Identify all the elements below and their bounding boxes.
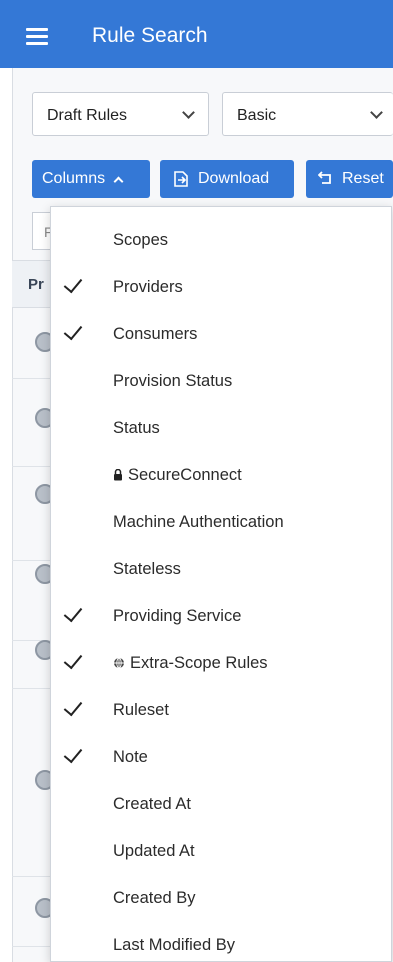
column-option-label: Note — [113, 748, 148, 766]
column-option-providing-service[interactable]: Providing Service — [51, 596, 391, 640]
column-option-label: Last Modified By — [113, 936, 235, 954]
column-option-providers[interactable]: Providers — [51, 267, 391, 311]
columns-dropdown-menu: Scopes Providers Consumers Provision Sta… — [50, 206, 392, 962]
column-option-label: Created By — [113, 889, 196, 907]
column-option-label: Ruleset — [113, 701, 169, 719]
column-option-label: Providing Service — [113, 607, 242, 625]
reset-button-label: Reset — [342, 170, 384, 187]
column-option-provision-status[interactable]: Provision Status — [51, 361, 391, 405]
search-mode-value: Basic — [237, 107, 277, 124]
rule-type-select[interactable]: Draft Rules — [32, 92, 209, 136]
checkmark-icon — [63, 649, 83, 670]
reset-button[interactable]: Reset — [306, 160, 393, 198]
chevron-up-icon — [113, 176, 124, 186]
column-option-ruleset[interactable]: Ruleset — [51, 690, 391, 734]
column-option-updated-at[interactable]: Updated At — [51, 831, 391, 875]
column-option-stateless[interactable]: Stateless — [51, 549, 391, 593]
lock-icon — [114, 469, 122, 481]
chevron-down-icon — [370, 106, 383, 119]
column-option-last-modified-by[interactable]: Last Modified By — [51, 925, 391, 962]
page-title: Rule Search — [92, 24, 208, 47]
rule-type-value: Draft Rules — [47, 107, 128, 124]
column-option-label: Consumers — [113, 325, 198, 343]
column-option-label: Providers — [113, 278, 183, 296]
undo-icon — [318, 171, 331, 184]
checkmark-icon — [63, 273, 83, 294]
column-option-note[interactable]: Note — [51, 737, 391, 781]
column-option-machine-authentication[interactable]: Machine Authentication — [51, 502, 391, 546]
column-option-scopes[interactable]: Scopes — [51, 220, 391, 264]
columns-button-label: Columns — [42, 170, 106, 187]
globe-icon — [114, 657, 124, 669]
column-option-label: SecureConnect — [128, 466, 242, 484]
column-option-created-by[interactable]: Created By — [51, 878, 391, 922]
checkmark-icon — [63, 743, 83, 764]
column-option-label: Created At — [113, 795, 191, 813]
column-option-extra-scope-rules[interactable]: Extra-Scope Rules — [51, 643, 391, 687]
column-option-secureconnect[interactable]: SecureConnect — [51, 455, 391, 499]
column-option-label: Machine Authentication — [113, 513, 284, 531]
column-option-label: Status — [113, 419, 160, 437]
search-mode-select[interactable]: Basic — [222, 92, 393, 136]
column-option-consumers[interactable]: Consumers — [51, 314, 391, 358]
download-icon — [174, 171, 188, 187]
checkmark-icon — [63, 696, 83, 717]
column-option-label: Scopes — [113, 231, 169, 249]
column-option-label: Stateless — [113, 560, 181, 578]
column-option-label: Provision Status — [113, 372, 233, 390]
column-option-label: Extra-Scope Rules — [130, 654, 268, 672]
column-option-created-at[interactable]: Created At — [51, 784, 391, 828]
columns-button[interactable]: Columns — [32, 160, 150, 198]
app-bar: Rule Search — [0, 0, 393, 68]
download-button-label: Download — [198, 170, 270, 187]
checkmark-icon — [63, 320, 83, 341]
download-button[interactable]: Download — [160, 160, 294, 198]
column-option-label: Updated At — [113, 842, 195, 860]
checkmark-icon — [63, 602, 83, 623]
column-option-status[interactable]: Status — [51, 408, 391, 452]
hamburger-menu-icon[interactable] — [26, 28, 48, 45]
chevron-down-icon — [182, 106, 195, 119]
